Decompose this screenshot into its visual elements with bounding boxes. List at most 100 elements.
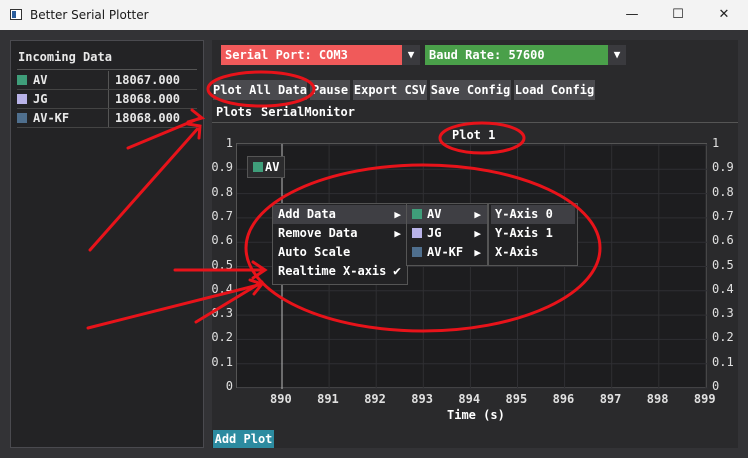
legend-av-swatch (253, 162, 263, 172)
y-axis-right-tick: 0.2 (712, 330, 734, 345)
y-axis-right-tick: 0.4 (712, 281, 734, 296)
title-bar: Better Serial Plotter — ☐ ✕ (0, 0, 748, 30)
plot-context-menu: Add Data ▶ Remove Data ▶ Auto Scale Real… (272, 203, 408, 285)
y-axis-left-tick: 0.3 (211, 306, 233, 321)
y-axis-left-tick: 0 (225, 379, 233, 393)
x-axis-tick: 899 (693, 392, 716, 406)
axis-item-y1[interactable]: Y-Axis 1 (491, 224, 575, 243)
incoming-data-title: Incoming Data (18, 50, 112, 64)
x-axis-tick: 894 (458, 392, 481, 406)
menu-auto-scale[interactable]: Auto Scale (273, 243, 407, 262)
y-axis-right-tick: 0.7 (712, 208, 734, 223)
av-kf-swatch (412, 247, 422, 257)
y-axis-right-tick: 0.3 (712, 306, 734, 321)
x-axis-tick: 891 (317, 392, 339, 406)
axis-item-label: Y-Axis 0 (495, 207, 553, 221)
app-client-area: Incoming Data AV 18067.000 JG 18068.000 … (0, 30, 748, 458)
y-axis-left-tick: 0.1 (211, 354, 233, 369)
submenu-item-av[interactable]: AV ▶ (407, 205, 487, 224)
submenu-arrow-icon: ▶ (474, 246, 481, 259)
tab-plots[interactable]: Plots (216, 105, 252, 119)
legend-av-label: AV (265, 160, 280, 174)
menu-item-label: Add Data (278, 207, 336, 221)
submenu-item-av-kf[interactable]: AV-KF ▶ (407, 243, 487, 262)
data-row-av[interactable]: AV 18067.000 (11, 71, 203, 90)
y-axis-right-tick: 0 (712, 379, 720, 393)
av-kf-color-swatch (17, 113, 27, 123)
axis-item-y0[interactable]: Y-Axis 0 (491, 205, 575, 224)
baud-rate-dropdown-arrow[interactable]: ▼ (608, 45, 626, 65)
submenu-item-label: AV (427, 207, 442, 221)
x-axis-tick: 895 (505, 392, 528, 406)
plot-all-data-button[interactable]: Plot All Data (213, 80, 307, 100)
plot-legend[interactable]: AV (247, 156, 285, 178)
export-csv-button[interactable]: Export CSV (353, 80, 427, 100)
save-config-button[interactable]: Save Config (430, 80, 511, 100)
serial-port-dropdown-arrow[interactable]: ▼ (402, 45, 420, 65)
row-value: 18068.000 (108, 109, 180, 128)
app-icon (10, 9, 22, 20)
baud-rate-select[interactable]: Baud Rate: 57600 (425, 45, 610, 65)
av-color-swatch (17, 75, 27, 85)
submenu-item-jg[interactable]: JG ▶ (407, 224, 487, 243)
menu-item-label: Auto Scale (278, 245, 351, 259)
maximize-button[interactable]: ☐ (655, 3, 701, 27)
pause-button[interactable]: Pause (310, 80, 350, 100)
x-axis-tick: 893 (411, 392, 433, 406)
y-axis-right-tick: 0.1 (712, 354, 734, 369)
axis-item-label: X-Axis (495, 245, 539, 259)
y-axis-left-tick: 0.8 (211, 184, 233, 199)
submenu-arrow-icon: ▶ (394, 227, 401, 240)
row-name: JG (33, 92, 48, 106)
plot-title: Plot 1 (452, 128, 496, 142)
menu-realtime-x-axis[interactable]: Realtime X-axis ✔ (273, 262, 407, 281)
row-divider (17, 127, 197, 128)
window-title: Better Serial Plotter (30, 8, 149, 22)
x-axis-tick: 898 (646, 392, 669, 406)
submenu-arrow-icon: ▶ (394, 208, 401, 221)
tab-serial-monitor[interactable]: SerialMonitor (261, 105, 355, 119)
av-swatch (412, 209, 422, 219)
y-axis-right-tick: 0.5 (712, 257, 734, 272)
y-axis-right-tick: 0.6 (712, 233, 734, 248)
y-axis-right-tick: 0.9 (712, 160, 734, 175)
menu-item-label: Remove Data (278, 226, 358, 240)
y-axis-right-tick: 0.8 (712, 184, 734, 199)
submenu-item-label: AV-KF (427, 245, 464, 259)
jg-swatch (412, 228, 422, 238)
y-axis-left-tick: 0.4 (211, 281, 233, 296)
menu-add-data[interactable]: Add Data ▶ (273, 205, 407, 224)
row-name: AV (33, 73, 48, 87)
x-axis-tick: 892 (364, 392, 386, 406)
jg-color-swatch (17, 94, 27, 104)
main-panel: Serial Port: COM3 ▼ Baud Rate: 57600 ▼ P… (211, 40, 738, 448)
row-value: 18068.000 (108, 90, 180, 109)
y-axis-left-tick: 0.7 (211, 208, 233, 223)
incoming-data-panel: Incoming Data AV 18067.000 JG 18068.000 … (10, 40, 204, 448)
x-axis-tick: 897 (599, 392, 622, 406)
load-config-button[interactable]: Load Config (514, 80, 595, 100)
menu-item-label: Realtime X-axis (278, 264, 387, 278)
y-axis-left-tick: 0.9 (211, 160, 233, 175)
row-name: AV-KF (33, 111, 70, 125)
data-row-jg[interactable]: JG 18068.000 (11, 90, 203, 109)
x-axis-tick: 890 (270, 392, 292, 406)
submenu-arrow-icon: ▶ (474, 227, 481, 240)
submenu-arrow-icon: ▶ (474, 208, 481, 221)
minimize-button[interactable]: — (609, 3, 655, 27)
menu-remove-data[interactable]: Remove Data ▶ (273, 224, 407, 243)
close-button[interactable]: ✕ (701, 3, 747, 27)
add-plot-button[interactable]: Add Plot (213, 430, 274, 448)
data-row-av-kf[interactable]: AV-KF 18068.000 (11, 109, 203, 128)
checkmark-icon: ✔ (393, 264, 401, 279)
row-value: 18067.000 (108, 71, 180, 90)
x-axis-label: Time (s) (447, 408, 505, 422)
axis-item-x[interactable]: X-Axis (491, 243, 575, 262)
tab-divider (212, 122, 738, 123)
y-axis-left-tick: 0.6 (211, 233, 233, 248)
y-axis-right-tick: 1 (712, 136, 720, 150)
panel-divider (17, 69, 197, 70)
x-axis-tick: 896 (552, 392, 575, 406)
series-submenu: AV ▶ JG ▶ AV-KF ▶ (406, 203, 488, 266)
serial-port-select[interactable]: Serial Port: COM3 (221, 45, 404, 65)
